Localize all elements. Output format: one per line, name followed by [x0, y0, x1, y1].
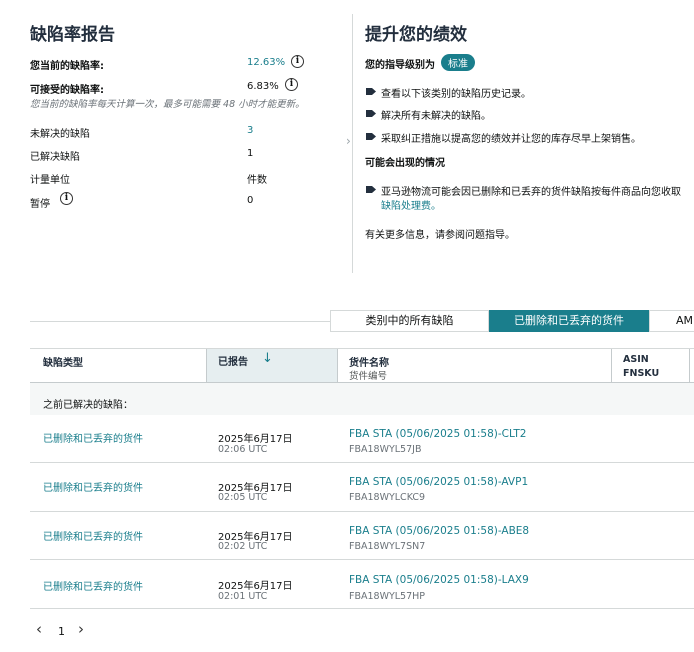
stat-label-paused: 暂停	[30, 199, 50, 210]
row-time: 02:05 UTC	[218, 492, 268, 503]
row-defect-type-link[interactable]: 已删除和已丢弃的货件	[43, 430, 143, 445]
row-shipment-id: FBA18WYL7SN7	[349, 541, 426, 552]
row-time: 02:06 UTC	[218, 444, 268, 455]
guidance-bullet-1: 查看以下该类别的缺陷历史记录。	[381, 89, 531, 100]
row-date: 2025年6月17日	[218, 581, 293, 592]
more-info-text[interactable]: 有关更多信息，请参阅问题指导。	[365, 226, 515, 241]
guidance-bullet-2: 解决所有未解决的缺陷。	[381, 111, 491, 122]
row-time: 02:01 UTC	[218, 591, 268, 602]
tab-ami[interactable]: AMI	[649, 310, 694, 332]
possible-outcome-line-1: 亚马逊物流可能会因已删除和已丢弃的货件缺陷按每件商品向您收取	[381, 187, 681, 198]
defect-rate-report-title: 缺陷率报告	[30, 25, 115, 45]
bullet-icon	[366, 110, 376, 117]
row-shipment-id: FBA18WYL57JB	[349, 444, 422, 455]
header-defect-type[interactable]: 缺陷类型	[43, 354, 83, 369]
header-col-sep	[689, 349, 690, 382]
acceptable-rate-value: 6.83%	[247, 81, 279, 92]
row-divider	[30, 608, 694, 609]
guidance-level-label: 您的指导级别为	[365, 60, 435, 71]
defect-fee-link[interactable]: 缺陷处理费。	[381, 197, 441, 212]
info-icon[interactable]: i	[285, 78, 298, 91]
stat-label-resolved-defects: 已解决缺陷	[30, 152, 80, 163]
possible-outcomes-title: 可能会出现的情况	[365, 158, 445, 169]
bullet-icon	[366, 186, 376, 193]
sort-down-icon[interactable]: ↓	[262, 351, 273, 366]
pagination-prev-icon[interactable]: ‹	[36, 620, 42, 638]
stat-value-resolved-defects: 1	[247, 148, 254, 159]
row-shipment-name-link[interactable]: FBA STA (05/06/2025 01:58)-CLT2	[349, 428, 526, 440]
header-shipment-name[interactable]: 货件名称	[349, 354, 389, 369]
panel-divider	[352, 14, 353, 273]
header-reported[interactable]: 已报告	[218, 353, 248, 368]
row-divider	[30, 511, 694, 512]
row-defect-type-link[interactable]: 已删除和已丢弃的货件	[43, 578, 143, 593]
guidance-level-badge: 标准	[441, 54, 475, 71]
table-top-line	[30, 348, 694, 349]
stat-label-unit: 计量单位	[30, 175, 70, 186]
section-label: 之前已解决的缺陷：	[43, 400, 133, 411]
tab-deleted-abandoned-shipments[interactable]: 已删除和已丢弃的货件	[489, 310, 649, 332]
header-shipment-id[interactable]: 货件编号	[349, 368, 387, 382]
row-defect-type-link[interactable]: 已删除和已丢弃的货件	[43, 528, 143, 543]
row-time: 02:02 UTC	[218, 541, 268, 552]
row-divider	[30, 559, 694, 560]
header-col-sep	[611, 349, 612, 382]
tabs-baseline	[30, 321, 330, 322]
tab-all-defects[interactable]: 类别中的所有缺陷	[330, 310, 489, 332]
row-shipment-name-link[interactable]: FBA STA (05/06/2025 01:58)-AVP1	[349, 476, 528, 488]
row-shipment-id: FBA18WYLCKC9	[349, 492, 426, 503]
stat-value-paused: 0	[247, 195, 254, 206]
row-date: 2025年6月17日	[218, 434, 293, 445]
pagination-next-icon[interactable]: ›	[78, 620, 84, 638]
guidance-bullet-3: 采取纠正措施以提高您的绩效并让您的库存尽早上架销售。	[381, 134, 641, 145]
current-rate-label: 您当前的缺陷率:	[30, 61, 104, 72]
pagination-current-page[interactable]: 1	[58, 625, 65, 638]
info-icon[interactable]: i	[291, 55, 304, 68]
bullet-icon	[366, 88, 376, 95]
acceptable-rate-label: 可接受的缺陷率:	[30, 85, 104, 96]
row-divider	[30, 462, 694, 463]
row-defect-type-link[interactable]: 已删除和已丢弃的货件	[43, 479, 143, 494]
row-shipment-name-link[interactable]: FBA STA (05/06/2025 01:58)-LAX9	[349, 574, 529, 586]
rate-update-note: 您当前的缺陷率每天计算一次，最多可能需要 48 小时才能更新。	[30, 99, 305, 110]
stat-value-unit: 件数	[247, 175, 267, 186]
improve-performance-title: 提升您的绩效	[365, 25, 467, 45]
header-col-sep	[206, 349, 207, 382]
row-shipment-name-link[interactable]: FBA STA (05/06/2025 01:58)-ABE8	[349, 525, 529, 537]
bullet-icon	[366, 133, 376, 140]
header-fnsku[interactable]: FNSKU	[623, 368, 659, 379]
stat-value-open-defects[interactable]: 3	[247, 125, 253, 136]
header-asin[interactable]: ASIN	[623, 354, 649, 365]
info-icon[interactable]: i	[60, 192, 73, 205]
chevron-right-icon: ›	[346, 134, 351, 148]
stat-label-open-defects: 未解决的缺陷	[30, 129, 90, 140]
row-shipment-id: FBA18WYL57HP	[349, 591, 426, 602]
current-rate-value: 12.63%	[247, 57, 286, 68]
header-col-sep	[337, 349, 338, 382]
